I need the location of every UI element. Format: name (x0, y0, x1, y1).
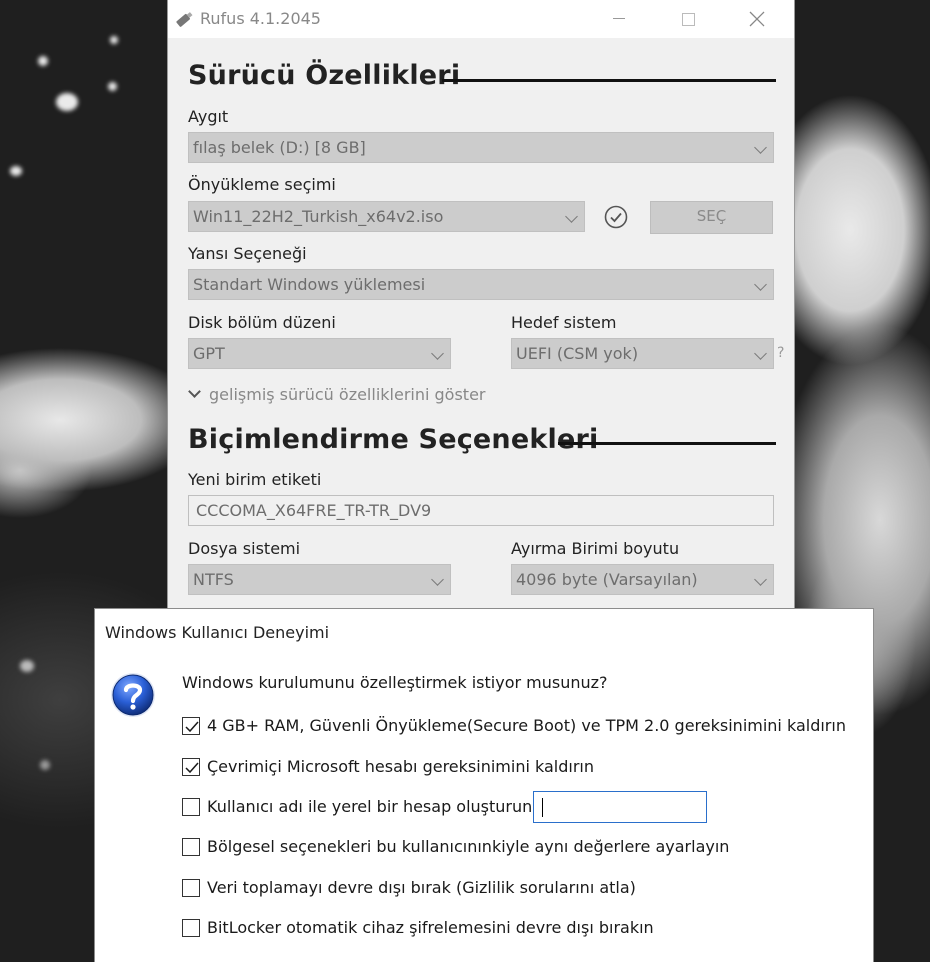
image-option-value: Standart Windows yüklemesi (193, 275, 426, 294)
dialog-title: Windows Kullanıcı Deneyimi (105, 623, 330, 642)
checkbox-unchecked[interactable] (182, 919, 200, 937)
device-label: Aygıt (188, 107, 229, 126)
section-divider (442, 79, 776, 82)
local-account-username-input[interactable] (533, 791, 707, 823)
chevron-down-icon (431, 347, 444, 360)
question-icon (111, 673, 155, 717)
checkbox-unchecked[interactable] (182, 798, 200, 816)
checkbox-checked[interactable] (182, 717, 200, 735)
volume-label-label: Yeni birim etiketi (188, 470, 322, 489)
wallpaper-light-spot (110, 36, 118, 44)
wallpaper-light-spot (38, 56, 48, 66)
minimize-icon (613, 18, 625, 19)
device-value: fılaş belek (D:) [8 GB] (193, 138, 366, 157)
option-label: 4 GB+ RAM, Güvenli Önyükleme(Secure Boot… (207, 716, 846, 735)
format-options-heading: Biçimlendirme Seçenekleri (188, 424, 599, 455)
option-label: Veri toplamayı devre dışı bırak (Gizlili… (207, 878, 636, 897)
chevron-down-icon (754, 141, 767, 154)
check-circle-icon[interactable] (604, 205, 628, 229)
select-button[interactable]: SEÇ (650, 201, 773, 234)
chevron-down-icon (431, 573, 444, 586)
wallpaper-light-spot (40, 760, 50, 770)
cluster-size-dropdown[interactable]: 4096 byte (Varsayılan) (511, 564, 774, 595)
wallpaper-light-spot (56, 93, 78, 111)
text-caret (542, 798, 543, 817)
volume-label-input[interactable]: CCCOMA_X64FRE_TR-TR_DV9 (188, 495, 774, 526)
checkmark-icon (185, 721, 199, 733)
maximize-icon (681, 12, 695, 26)
close-button[interactable] (734, 0, 780, 38)
maximize-button[interactable] (665, 0, 711, 38)
option-label: Kullanıcı adı ile yerel bir hesap oluştu… (207, 797, 538, 816)
target-system-dropdown[interactable]: UEFI (CSM yok) (511, 338, 774, 369)
section-divider (558, 442, 776, 445)
checkbox-unchecked[interactable] (182, 879, 200, 897)
window-title: Rufus 4.1.2045 (200, 9, 321, 28)
target-system-label: Hedef sistem (511, 313, 617, 332)
rufus-window: Rufus 4.1.2045 Sürücü Özellikleri Aygıt … (167, 0, 795, 608)
option-label: Bölgesel seçenekleri bu kullanıcınınkiyl… (207, 837, 730, 856)
wallpaper-light-spot (10, 166, 22, 176)
checkmark-icon (185, 762, 199, 774)
boot-selection-label: Önyükleme seçimi (188, 175, 336, 194)
chevron-down-icon (754, 347, 767, 360)
filesystem-value: NTFS (193, 570, 234, 589)
filesystem-dropdown[interactable]: NTFS (188, 564, 451, 595)
checkbox-unchecked[interactable] (182, 838, 200, 856)
chevron-down-icon (565, 210, 578, 223)
partition-scheme-label: Disk bölüm düzeni (188, 313, 336, 332)
windows-user-experience-dialog: Windows Kullanıcı Deneyimi Windows kurul… (94, 608, 874, 962)
chevron-down-icon (754, 278, 767, 291)
option-label: BitLocker otomatik cihaz şifrelemesini d… (207, 918, 654, 937)
partition-scheme-dropdown[interactable]: GPT (188, 338, 451, 369)
wallpaper-light-spot (108, 82, 117, 91)
checkbox-checked[interactable] (182, 758, 200, 776)
partition-scheme-value: GPT (193, 344, 225, 363)
minimize-button[interactable] (596, 0, 642, 38)
option-label: Çevrimiçi Microsoft hesabı gereksinimini… (207, 757, 594, 776)
target-system-value: UEFI (CSM yok) (516, 344, 639, 363)
advanced-drive-toggle-label: gelişmiş sürücü özelliklerini göster (209, 385, 486, 404)
cluster-size-label: Ayırma Birimi boyutu (511, 539, 680, 558)
advanced-drive-toggle[interactable]: gelişmiş sürücü özelliklerini göster (188, 385, 486, 404)
device-dropdown[interactable]: fılaş belek (D:) [8 GB] (188, 132, 774, 163)
filesystem-label: Dosya sistemi (188, 539, 301, 558)
drive-properties-heading: Sürücü Özellikleri (188, 60, 461, 91)
rufus-titlebar[interactable]: Rufus 4.1.2045 (168, 0, 794, 38)
wallpaper-light-spot (20, 660, 34, 672)
image-option-label: Yansı Seçeneği (188, 244, 307, 263)
boot-selection-value: Win11_22H2_Turkish_x64v2.iso (193, 207, 444, 226)
usb-drive-icon (176, 12, 193, 27)
chevron-down-icon (188, 385, 201, 398)
boot-selection-dropdown[interactable]: Win11_22H2_Turkish_x64v2.iso (188, 201, 585, 232)
chevron-down-icon (754, 573, 767, 586)
dialog-question: Windows kurulumunu özelleştirmek istiyor… (182, 673, 608, 692)
close-icon (749, 11, 765, 27)
cluster-size-value: 4096 byte (Varsayılan) (516, 570, 698, 589)
target-help-icon[interactable]: ? (777, 345, 784, 361)
image-option-dropdown[interactable]: Standart Windows yüklemesi (188, 269, 774, 300)
